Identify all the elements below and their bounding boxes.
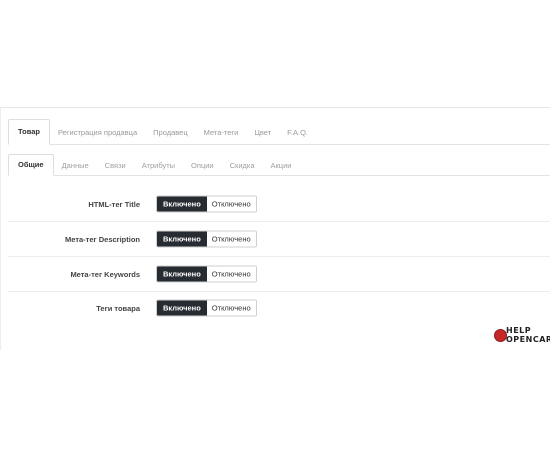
logo-line2: OPENCART bbox=[506, 335, 550, 344]
tab-faq[interactable]: F.A.Q. bbox=[279, 121, 316, 145]
setting-row-description: Мета-тег Description Включено Отключено bbox=[8, 222, 550, 257]
subtab-data[interactable]: Данные bbox=[54, 156, 97, 176]
disabled-button[interactable]: Отключено bbox=[206, 266, 256, 282]
subtab-specials[interactable]: Акции bbox=[263, 156, 300, 176]
disabled-button[interactable]: Отключено bbox=[206, 300, 256, 316]
setting-row-keywords: Мета-тег Keywords Включено Отключено bbox=[8, 257, 550, 292]
disabled-button[interactable]: Отключено bbox=[206, 231, 256, 247]
enabled-button[interactable]: Включено bbox=[157, 266, 207, 282]
tab-seller[interactable]: Продавец bbox=[145, 121, 195, 145]
product-tags-toggle: Включено Отключено bbox=[156, 299, 257, 317]
setting-row-product-tags: Теги товара Включено Отключено bbox=[8, 291, 550, 325]
description-toggle: Включено Отключено bbox=[156, 230, 257, 248]
logo-line1: HELP bbox=[506, 326, 532, 335]
subtab-discount[interactable]: Скидка bbox=[222, 156, 263, 176]
setting-label: Теги товара bbox=[96, 303, 140, 313]
panel-left-border bbox=[0, 107, 1, 350]
subtab-attributes[interactable]: Атрибуты bbox=[134, 156, 183, 176]
title-toggle: Включено Отключено bbox=[156, 195, 257, 213]
tab-color[interactable]: Цвет bbox=[246, 121, 279, 145]
sub-tabs: Общие Данные Связи Атрибуты Опции Скидка… bbox=[8, 154, 550, 176]
setting-label: Мета-тег Keywords bbox=[70, 269, 140, 279]
keywords-toggle: Включено Отключено bbox=[156, 265, 257, 283]
tab-seller-registration[interactable]: Регистрация продавца bbox=[50, 121, 145, 145]
setting-row-title: HTML-тег Title Включено Отключено bbox=[8, 187, 550, 222]
subtab-options[interactable]: Опции bbox=[183, 156, 222, 176]
enabled-button[interactable]: Включено bbox=[157, 300, 207, 316]
tab-meta-tags[interactable]: Мета-теги bbox=[196, 121, 247, 145]
subtab-general[interactable]: Общие bbox=[8, 154, 54, 176]
enabled-button[interactable]: Включено bbox=[157, 231, 207, 247]
enabled-button[interactable]: Включено bbox=[157, 196, 207, 212]
tab-product[interactable]: Товар bbox=[8, 119, 50, 145]
logo-text: HELP OPENCART bbox=[506, 326, 550, 344]
subtab-links[interactable]: Связи bbox=[97, 156, 134, 176]
disabled-button[interactable]: Отключено bbox=[206, 196, 256, 212]
setting-label: HTML-тег Title bbox=[88, 199, 140, 209]
top-tabs: Товар Регистрация продавца Продавец Мета… bbox=[8, 119, 550, 145]
setting-label: Мета-тег Description bbox=[65, 234, 140, 244]
helpopencart-logo: HELP OPENCART bbox=[494, 326, 550, 350]
